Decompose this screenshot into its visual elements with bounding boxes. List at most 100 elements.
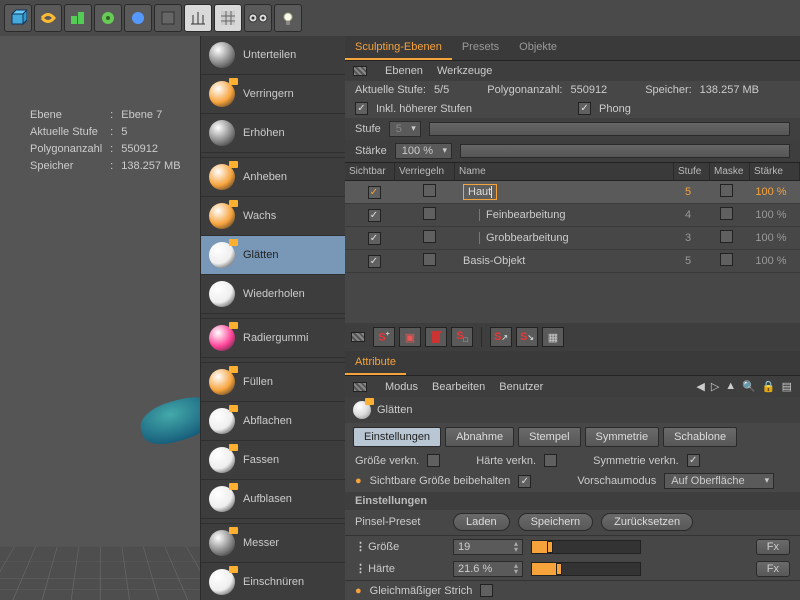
tool-fassen[interactable]: Fassen bbox=[201, 441, 345, 480]
grid-icon[interactable] bbox=[214, 4, 242, 32]
preview-dropdown[interactable]: Auf Oberfläche bbox=[664, 473, 774, 489]
tool-verringern[interactable]: Verringern bbox=[201, 75, 345, 114]
cube-icon[interactable] bbox=[4, 4, 32, 32]
tool-erhöhen[interactable]: Erhöhen bbox=[201, 114, 345, 153]
keep-size-checkbox[interactable] bbox=[518, 475, 531, 488]
load-button[interactable]: Laden bbox=[453, 513, 510, 531]
layer-name[interactable]: Feinbearbeitung bbox=[459, 209, 670, 221]
attrtab-stencil[interactable]: Schablone bbox=[663, 427, 737, 447]
search-icon[interactable]: 🔍 bbox=[742, 380, 756, 393]
menu-icon[interactable]: ▤ bbox=[782, 380, 792, 393]
visible-checkbox[interactable] bbox=[368, 209, 381, 222]
eye-icon[interactable] bbox=[244, 4, 272, 32]
group-icon[interactable] bbox=[94, 4, 122, 32]
attr-mode[interactable]: Modus bbox=[385, 381, 418, 393]
tool-aufblasen[interactable]: Aufblasen bbox=[201, 480, 345, 519]
viewport[interactable]: Ebene:Ebene 7 Aktuelle Stufe:5 Polygonan… bbox=[0, 36, 200, 600]
array-icon[interactable] bbox=[184, 4, 212, 32]
tab-attribute[interactable]: Attribute bbox=[345, 351, 406, 375]
hard-field[interactable]: 21.6 %▴▾ bbox=[453, 561, 523, 577]
attrtab-falloff[interactable]: Abnahme bbox=[445, 427, 514, 447]
lock-checkbox[interactable] bbox=[423, 253, 436, 266]
merge-icon[interactable]: ▦ bbox=[542, 327, 564, 347]
extrude-icon[interactable] bbox=[64, 4, 92, 32]
tool-label: Fassen bbox=[243, 454, 279, 466]
tool-icon bbox=[209, 242, 235, 268]
strength-slider[interactable] bbox=[460, 144, 790, 158]
layer-dup-icon[interactable]: S□ bbox=[451, 327, 473, 347]
mask-checkbox[interactable] bbox=[720, 230, 733, 243]
sphere-icon[interactable] bbox=[124, 4, 152, 32]
tab-objects[interactable]: Objekte bbox=[509, 36, 567, 60]
attrtab-symmetry[interactable]: Symmetrie bbox=[585, 427, 660, 447]
attrtab-settings[interactable]: Einstellungen bbox=[353, 427, 441, 447]
layer-name[interactable]: Basis-Objekt bbox=[459, 255, 670, 267]
attrtab-stamp[interactable]: Stempel bbox=[518, 427, 580, 447]
tool-wachs[interactable]: Wachs bbox=[201, 197, 345, 236]
layer-down-icon[interactable]: S↘ bbox=[516, 327, 538, 347]
layer-up-icon[interactable]: S↗ bbox=[490, 327, 512, 347]
field-icon[interactable] bbox=[154, 4, 182, 32]
layer-row[interactable]: Feinbearbeitung 4 100 % bbox=[345, 204, 800, 227]
tool-glätten[interactable]: Glätten bbox=[201, 236, 345, 275]
level-slider[interactable] bbox=[429, 122, 790, 136]
grip-icon[interactable] bbox=[353, 382, 367, 392]
size-fx-button[interactable]: Fx bbox=[756, 539, 790, 555]
hard-link-checkbox[interactable] bbox=[544, 454, 557, 467]
save-button[interactable]: Speichern bbox=[518, 513, 594, 531]
lock-checkbox[interactable] bbox=[423, 230, 436, 243]
tool-füllen[interactable]: Füllen bbox=[201, 362, 345, 402]
nav-back-icon[interactable]: ◀ bbox=[696, 380, 704, 393]
size-link-checkbox[interactable] bbox=[427, 454, 440, 467]
folder-icon[interactable]: ▣ bbox=[399, 327, 421, 347]
tab-sculpting-layers[interactable]: Sculpting-Ebenen bbox=[345, 36, 452, 60]
subtab-layers[interactable]: Ebenen bbox=[385, 65, 423, 77]
tool-abflachen[interactable]: Abflachen bbox=[201, 402, 345, 441]
size-field[interactable]: 19▴▾ bbox=[453, 539, 523, 555]
mask-checkbox[interactable] bbox=[720, 184, 733, 197]
mask-checkbox[interactable] bbox=[720, 253, 733, 266]
strength-dropdown[interactable]: 100 % bbox=[395, 143, 452, 159]
nav-up-icon[interactable]: ▲ bbox=[725, 380, 736, 393]
visible-checkbox[interactable] bbox=[368, 232, 381, 245]
tab-presets[interactable]: Presets bbox=[452, 36, 509, 60]
lock-checkbox[interactable] bbox=[423, 184, 436, 197]
layer-row[interactable]: Basis-Objekt 5 100 % bbox=[345, 250, 800, 273]
level-dropdown[interactable]: 5 bbox=[389, 121, 421, 137]
visible-checkbox[interactable] bbox=[368, 255, 381, 268]
torus-icon[interactable] bbox=[34, 4, 62, 32]
size-slider[interactable] bbox=[531, 540, 641, 554]
layer-name[interactable]: Grobbearbeitung bbox=[459, 232, 670, 244]
mask-checkbox[interactable] bbox=[720, 207, 733, 220]
layer-name[interactable]: Haut bbox=[459, 186, 670, 198]
grip-icon[interactable] bbox=[353, 66, 367, 76]
layer-add-icon[interactable]: S+ bbox=[373, 327, 395, 347]
light-icon[interactable] bbox=[274, 4, 302, 32]
hard-fx-button[interactable]: Fx bbox=[756, 561, 790, 577]
smooth-icon bbox=[353, 401, 371, 419]
phong-checkbox[interactable] bbox=[578, 102, 591, 115]
layer-row[interactable]: Grobbearbeitung 3 100 % bbox=[345, 227, 800, 250]
tool-wiederholen[interactable]: Wiederholen bbox=[201, 275, 345, 314]
attr-edit[interactable]: Bearbeiten bbox=[432, 381, 485, 393]
trash-icon[interactable] bbox=[425, 327, 447, 347]
attr-user[interactable]: Benutzer bbox=[499, 381, 543, 393]
lock-checkbox[interactable] bbox=[423, 207, 436, 220]
lock-icon[interactable]: 🔒 bbox=[762, 380, 776, 393]
mesh-object[interactable] bbox=[136, 390, 200, 449]
sym-link-checkbox[interactable] bbox=[687, 454, 700, 467]
layer-row[interactable]: Haut 5 100 % bbox=[345, 181, 800, 204]
nav-fwd-icon[interactable]: ▷ bbox=[711, 380, 719, 393]
tool-anheben[interactable]: Anheben bbox=[201, 157, 345, 197]
visible-checkbox[interactable] bbox=[368, 186, 381, 199]
incl-higher-checkbox[interactable] bbox=[355, 102, 368, 115]
tool-radiergummi[interactable]: Radiergummi bbox=[201, 318, 345, 358]
subtab-tools[interactable]: Werkzeuge bbox=[437, 65, 492, 77]
tool-messer[interactable]: Messer bbox=[201, 523, 345, 563]
tool-unterteilen[interactable]: Unterteilen bbox=[201, 36, 345, 75]
reset-button[interactable]: Zurücksetzen bbox=[601, 513, 693, 531]
stroke-checkbox[interactable] bbox=[480, 584, 493, 597]
tool-einschnüren[interactable]: Einschnüren bbox=[201, 563, 345, 600]
grip-icon[interactable] bbox=[351, 332, 365, 342]
hard-slider[interactable] bbox=[531, 562, 641, 576]
